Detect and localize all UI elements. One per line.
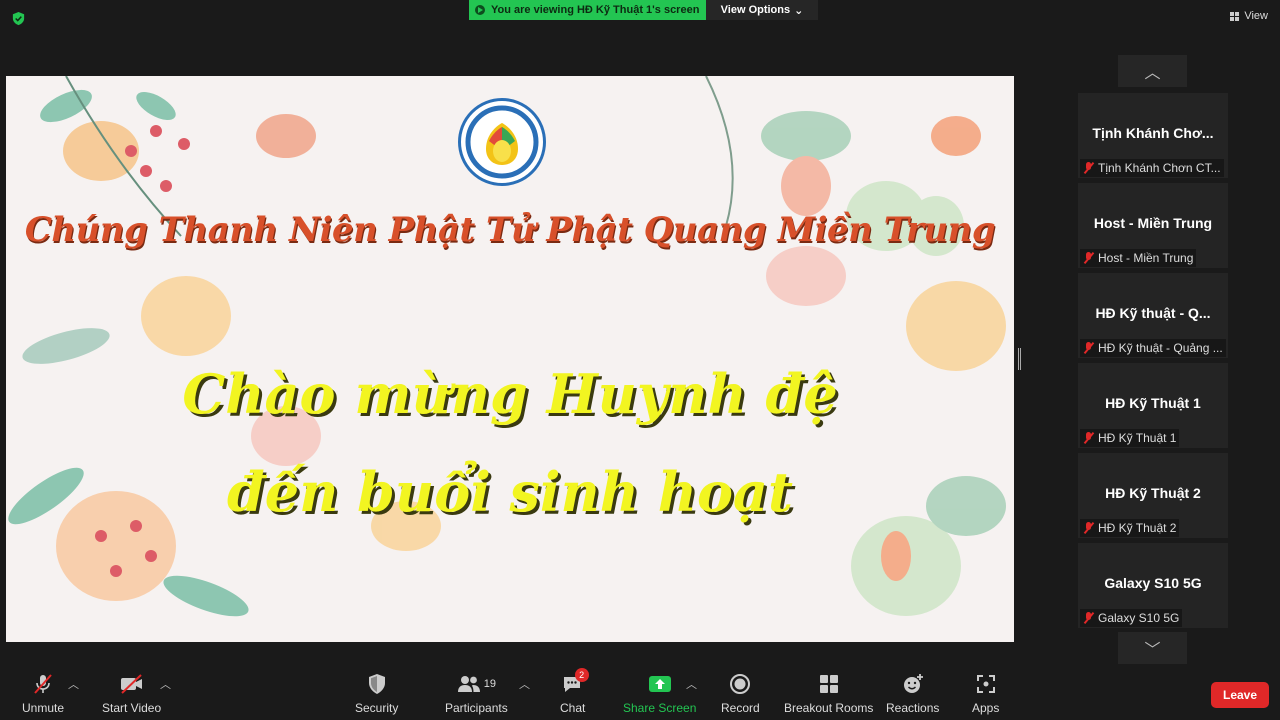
participant-label-text: Host - Miền Trung <box>1098 251 1194 265</box>
mic-muted-icon <box>1083 252 1094 264</box>
zoom-meeting-window: You are viewing HĐ Kỹ Thuật 1's screen V… <box>0 0 1280 720</box>
organization-logo <box>458 98 546 186</box>
participant-label-text: HĐ Kỹ thuật - Quảng ... <box>1098 341 1223 355</box>
participants-icon <box>457 676 480 692</box>
participant-label-text: HĐ Kỹ Thuật 1 <box>1098 431 1177 445</box>
participant-label-text: Galaxy S10 5G <box>1098 611 1180 625</box>
participants-count: 19 <box>483 678 496 690</box>
share-screen-icon <box>648 676 671 692</box>
participant-label: Galaxy S10 5G <box>1080 609 1183 627</box>
chat-button[interactable]: 2 Chat <box>560 668 589 715</box>
participant-tile[interactable]: HĐ Kỹ thuật - Q... HĐ Kỹ thuật - Quảng .… <box>1078 273 1228 358</box>
viewing-screen-banner: You are viewing HĐ Kỹ Thuật 1's screen <box>469 0 706 20</box>
panel-resize-handle[interactable] <box>1018 348 1021 370</box>
share-indicator-icon <box>475 5 485 15</box>
participant-label: HĐ Kỹ Thuật 2 <box>1080 519 1180 537</box>
meeting-toolbar: Unmute ︿ Start Video ︿ Security 19 Parti… <box>0 666 1280 720</box>
participant-label: HĐ Kỹ thuật - Quảng ... <box>1080 339 1226 357</box>
leave-button[interactable]: Leave <box>1211 682 1269 708</box>
view-options-button[interactable]: View Options ⌄ <box>706 0 818 20</box>
reactions-icon <box>903 674 923 693</box>
participants-options-caret[interactable]: ︿ <box>519 676 530 692</box>
view-options-label: View Options <box>720 4 791 16</box>
unmute-button[interactable]: Unmute <box>22 672 64 715</box>
mic-muted-icon <box>1083 162 1094 174</box>
record-button[interactable]: Record <box>721 672 760 715</box>
participant-name: HĐ Kỹ Thuật 2 <box>1105 485 1201 501</box>
participant-tile[interactable]: HĐ Kỹ Thuật 1 HĐ Kỹ Thuật 1 <box>1078 363 1228 448</box>
participant-name: Galaxy S10 5G <box>1104 575 1202 591</box>
participant-name: HĐ Kỹ thuật - Q... <box>1095 305 1211 321</box>
view-button-label: View <box>1244 10 1268 22</box>
security-shield-icon <box>368 674 385 694</box>
start-video-label: Start Video <box>102 701 162 715</box>
chat-label: Chat <box>560 701 586 715</box>
record-label: Record <box>721 701 760 715</box>
organization-title: Chúng Thanh Niên Phật Tử Phật Quang Miền… <box>24 210 996 250</box>
participant-label-text: Tịnh Khánh Chơn CT... <box>1098 161 1221 175</box>
audio-options-caret[interactable]: ︿ <box>68 676 79 692</box>
participant-label: Host - Miền Trung <box>1080 249 1197 267</box>
viewing-banner-text: You are viewing HĐ Kỹ Thuật 1's screen <box>491 4 700 16</box>
welcome-line-1: Chào mừng Huynh đệ <box>182 362 838 426</box>
participants-button[interactable]: 19 Participants <box>445 672 508 715</box>
mic-muted-icon <box>1083 522 1094 534</box>
participant-tile[interactable]: Galaxy S10 5G Galaxy S10 5G <box>1078 543 1228 628</box>
mic-muted-icon <box>1083 432 1094 444</box>
video-options-caret[interactable]: ︿ <box>160 676 171 692</box>
breakout-rooms-icon <box>819 675 838 693</box>
participant-label: Tịnh Khánh Chơn CT... <box>1080 159 1224 177</box>
participant-label: HĐ Kỹ Thuật 1 <box>1080 429 1180 447</box>
scroll-up-button[interactable]: ︿ <box>1118 55 1187 87</box>
shared-screen[interactable]: Chúng Thanh Niên Phật Tử Phật Quang Miền… <box>6 76 1014 642</box>
grid-view-icon <box>1230 11 1240 21</box>
reactions-label: Reactions <box>886 701 940 715</box>
leave-label: Leave <box>1222 688 1258 702</box>
start-video-button[interactable]: Start Video <box>102 672 161 715</box>
mic-muted-icon <box>1083 342 1094 354</box>
security-label: Security <box>355 701 399 715</box>
chevron-down-icon: ﹀ <box>1144 642 1161 659</box>
apps-button[interactable]: Apps <box>972 672 999 715</box>
welcome-line-2: đến buổi sinh hoạt <box>227 460 793 524</box>
apps-label: Apps <box>972 701 1000 715</box>
participant-tile[interactable]: HĐ Kỹ Thuật 2 HĐ Kỹ Thuật 2 <box>1078 453 1228 538</box>
participant-name: HĐ Kỹ Thuật 1 <box>1105 395 1201 411</box>
chat-unread-badge: 2 <box>574 668 589 682</box>
participant-tile[interactable]: Host - Miền Trung Host - Miền Trung <box>1078 183 1228 268</box>
scroll-down-button[interactable]: ﹀ <box>1118 632 1187 664</box>
participants-label: Participants <box>445 701 508 715</box>
breakout-rooms-button[interactable]: Breakout Rooms <box>784 672 873 715</box>
record-icon <box>730 674 751 694</box>
chevron-down-icon: ⌄ <box>794 4 804 17</box>
participant-tile[interactable]: Tịnh Khánh Chơ... Tịnh Khánh Chơn CT... <box>1078 93 1228 178</box>
view-button[interactable]: View <box>1230 10 1268 22</box>
breakout-rooms-label: Breakout Rooms <box>784 701 874 715</box>
microphone-muted-icon <box>34 674 52 694</box>
video-off-icon <box>120 674 142 694</box>
security-button[interactable]: Security <box>355 672 398 715</box>
unmute-label: Unmute <box>22 701 65 715</box>
share-screen-label: Share Screen <box>623 701 697 715</box>
share-options-caret[interactable]: ︿ <box>686 676 697 692</box>
participant-name: Host - Miền Trung <box>1093 215 1213 231</box>
participant-name: Tịnh Khánh Chơ... <box>1092 125 1214 141</box>
mic-muted-icon <box>1083 612 1094 624</box>
participant-label-text: HĐ Kỹ Thuật 2 <box>1098 521 1177 535</box>
apps-icon <box>976 675 995 693</box>
chevron-up-icon: ︿ <box>1144 65 1161 82</box>
encryption-shield-icon[interactable] <box>11 11 26 26</box>
reactions-button[interactable]: Reactions <box>886 672 939 715</box>
